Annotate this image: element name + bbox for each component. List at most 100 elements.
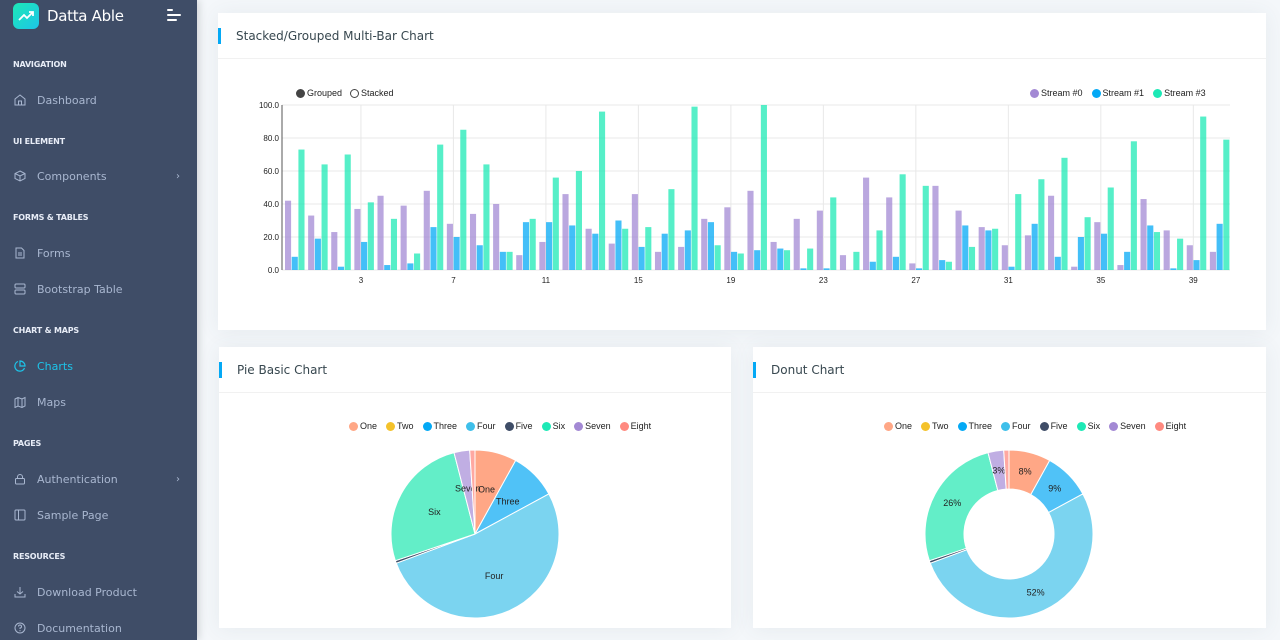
- bar-stream-0[interactable]: [1117, 265, 1124, 270]
- sidebar-item-components[interactable]: Components ›: [13, 166, 188, 186]
- bar-stream-0[interactable]: [446, 223, 453, 270]
- bar-stream-1[interactable]: [1193, 260, 1200, 270]
- bar-stream-0[interactable]: [839, 255, 847, 270]
- bar-stream-0[interactable]: [631, 194, 638, 270]
- bar-stream-3[interactable]: [506, 251, 513, 270]
- bar-stream-0[interactable]: [585, 228, 592, 270]
- bar-stream-3[interactable]: [321, 164, 328, 270]
- bar-stream-0[interactable]: [539, 241, 546, 270]
- bar-stream-0[interactable]: [955, 210, 962, 270]
- sidebar-item-documentation[interactable]: Documentation: [13, 618, 188, 638]
- bar-stream-0[interactable]: [863, 177, 870, 270]
- bar-stream-3[interactable]: [968, 246, 976, 270]
- slice-six[interactable]: [924, 452, 999, 562]
- sidebar-item-bootstrap-table[interactable]: Bootstrap Table: [13, 279, 188, 299]
- bar-stream-1[interactable]: [661, 233, 668, 270]
- bar-stream-3[interactable]: [599, 111, 606, 270]
- bar-stream-1[interactable]: [985, 230, 992, 270]
- bar-stream-3[interactable]: [853, 251, 860, 270]
- bar-stream-3[interactable]: [760, 105, 767, 270]
- bar-stream-1[interactable]: [777, 248, 784, 270]
- sidebar-item-dashboard[interactable]: Dashboard: [13, 90, 188, 110]
- bar-stream-3[interactable]: [298, 149, 305, 270]
- bar-stream-3[interactable]: [1130, 141, 1137, 270]
- bar-stream-3[interactable]: [830, 197, 837, 270]
- bar-stream-3[interactable]: [1107, 187, 1114, 271]
- bar-stream-0[interactable]: [770, 241, 777, 270]
- bar-stream-0[interactable]: [1048, 195, 1055, 270]
- bar-stream-1[interactable]: [754, 250, 761, 270]
- bar-stream-1[interactable]: [384, 265, 391, 270]
- bar-stream-0[interactable]: [978, 227, 985, 270]
- bar-stream-0[interactable]: [747, 190, 754, 270]
- bar-stream-0[interactable]: [701, 218, 708, 270]
- bar-stream-0[interactable]: [516, 255, 523, 270]
- bar-stream-1[interactable]: [638, 246, 645, 270]
- bar-stream-0[interactable]: [562, 194, 569, 270]
- bar-stream-1[interactable]: [1124, 251, 1131, 270]
- bar-stream-0[interactable]: [1186, 245, 1193, 270]
- bar-stream-1[interactable]: [499, 251, 506, 270]
- bar-stream-3[interactable]: [992, 228, 999, 270]
- bar-stream-0[interactable]: [1001, 245, 1008, 270]
- bar-stream-0[interactable]: [932, 185, 939, 270]
- bar-stream-1[interactable]: [615, 220, 622, 271]
- bar-stream-3[interactable]: [414, 253, 421, 271]
- bar-stream-0[interactable]: [493, 204, 500, 270]
- bar-stream-0[interactable]: [308, 215, 315, 270]
- bar-stream-1[interactable]: [546, 222, 553, 270]
- bar-stream-0[interactable]: [1024, 235, 1032, 270]
- bar-stream-3[interactable]: [344, 154, 351, 271]
- bar-stream-1[interactable]: [337, 266, 345, 270]
- bar-stream-1[interactable]: [1100, 233, 1108, 270]
- bar-stream-3[interactable]: [922, 185, 929, 270]
- bar-stream-3[interactable]: [714, 245, 721, 270]
- bar-stream-3[interactable]: [1177, 238, 1184, 270]
- bar-stream-3[interactable]: [1038, 179, 1045, 270]
- bar-stream-3[interactable]: [1084, 217, 1091, 270]
- bar-stream-3[interactable]: [899, 174, 906, 270]
- bar-stream-1[interactable]: [592, 233, 599, 270]
- bar-stream-1[interactable]: [522, 222, 530, 270]
- bar-stream-1[interactable]: [939, 260, 946, 270]
- bar-stream-3[interactable]: [668, 189, 675, 270]
- bar-stream-0[interactable]: [793, 218, 800, 270]
- bar-stream-1[interactable]: [800, 268, 807, 270]
- bar-stream-0[interactable]: [377, 195, 384, 270]
- bar-stream-0[interactable]: [1209, 251, 1216, 270]
- bar-stream-0[interactable]: [1071, 266, 1078, 270]
- bar-stream-3[interactable]: [691, 106, 698, 271]
- bar-stream-3[interactable]: [552, 177, 559, 270]
- bar-stream-0[interactable]: [469, 213, 477, 270]
- bar-stream-0[interactable]: [331, 232, 338, 270]
- sidebar-item-maps[interactable]: Maps: [13, 392, 188, 412]
- bar-stream-1[interactable]: [962, 225, 969, 270]
- bar-stream-1[interactable]: [361, 241, 368, 270]
- bar-stream-3[interactable]: [529, 218, 536, 270]
- bar-stream-1[interactable]: [291, 256, 298, 270]
- menu-toggle-icon[interactable]: [167, 9, 181, 21]
- bar-stream-0[interactable]: [354, 208, 361, 270]
- bar-stream-1[interactable]: [569, 225, 576, 270]
- bar-stream-0[interactable]: [909, 263, 916, 270]
- bar-stream-1[interactable]: [707, 222, 715, 270]
- sidebar-item-sample-page[interactable]: Sample Page: [13, 505, 188, 525]
- bar-stream-1[interactable]: [1077, 237, 1084, 270]
- bar-stream-0[interactable]: [1163, 230, 1170, 270]
- bar-stream-1[interactable]: [1216, 223, 1223, 270]
- bar-stream-3[interactable]: [483, 164, 490, 270]
- bar-stream-3[interactable]: [575, 171, 582, 270]
- bar-stream-3[interactable]: [437, 144, 444, 270]
- bar-stream-3[interactable]: [1200, 116, 1207, 270]
- bar-stream-0[interactable]: [678, 246, 685, 270]
- bar-stream-3[interactable]: [807, 248, 814, 270]
- bar-stream-0[interactable]: [285, 200, 292, 270]
- bar-stream-3[interactable]: [945, 261, 952, 270]
- bar-stream-0[interactable]: [1140, 199, 1147, 270]
- bar-stream-1[interactable]: [1031, 223, 1038, 270]
- bar-stream-1[interactable]: [476, 245, 483, 270]
- bar-stream-3[interactable]: [622, 228, 629, 270]
- bar-stream-1[interactable]: [684, 230, 691, 270]
- bar-stream-1[interactable]: [1054, 256, 1061, 270]
- bar-stream-3[interactable]: [1061, 157, 1068, 270]
